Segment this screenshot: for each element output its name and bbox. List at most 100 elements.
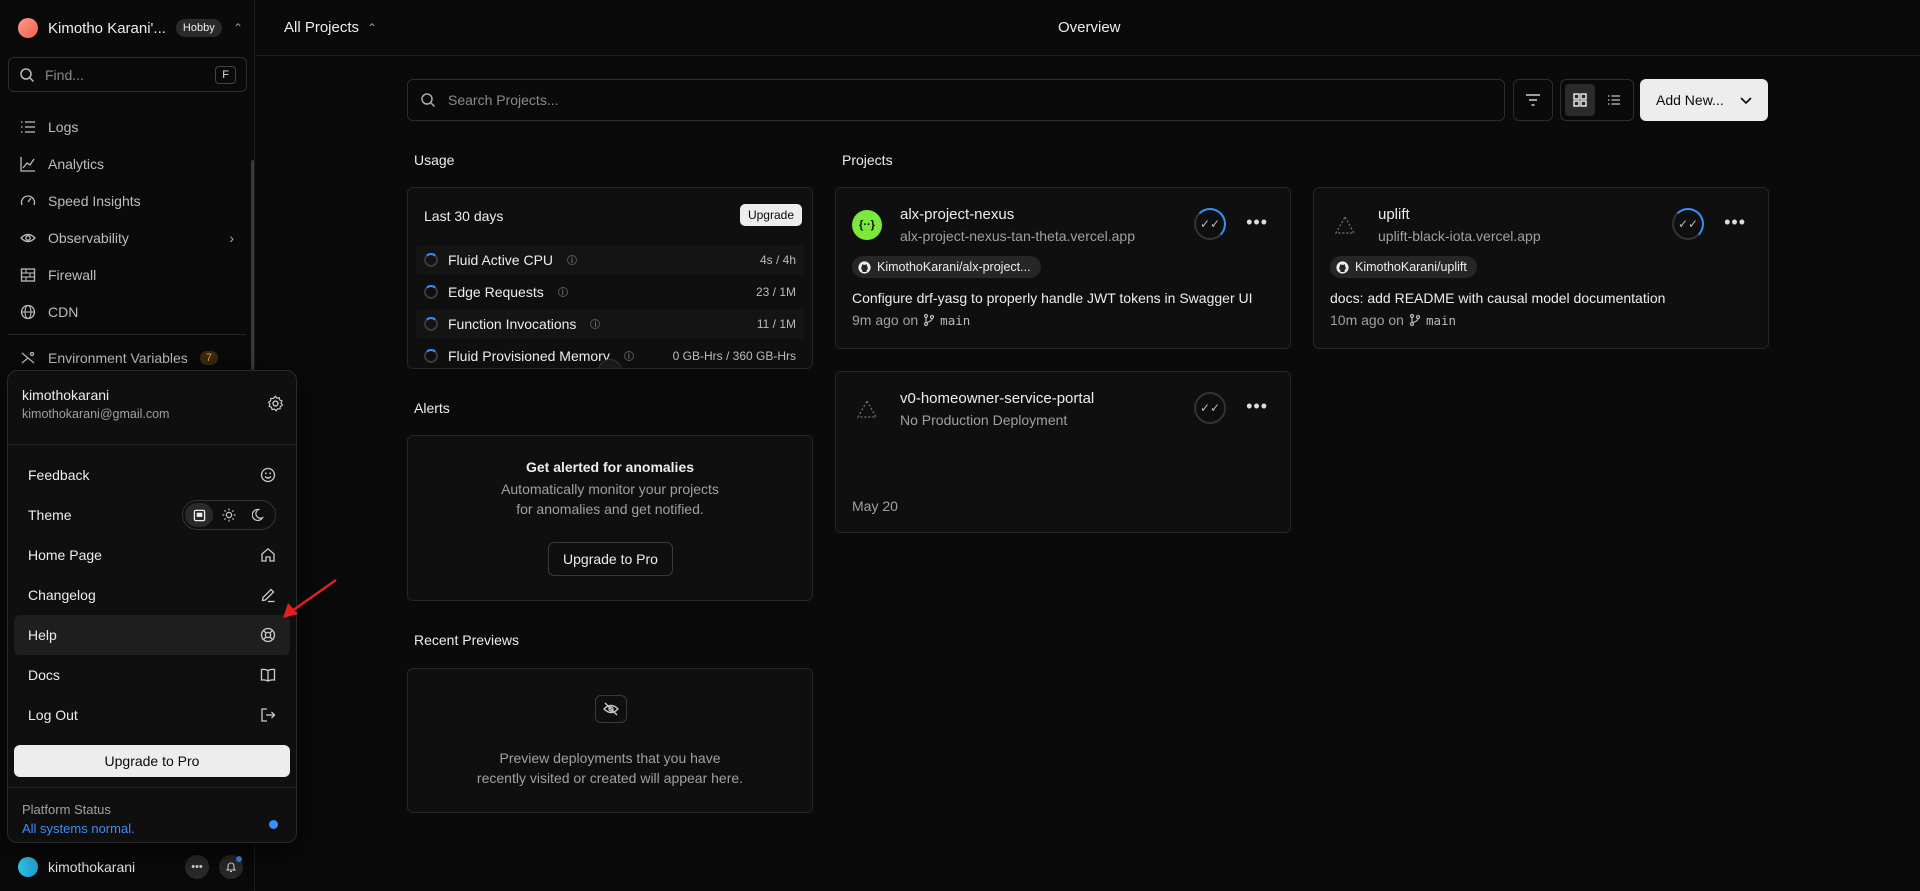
usage-label: Function Invocations — [448, 316, 577, 332]
search-projects-input[interactable]: Search Projects... — [407, 79, 1505, 121]
usage-label: Fluid Active CPU — [448, 252, 554, 268]
alerts-description-2: for anomalies and get notified. — [516, 501, 704, 517]
platform-status-value[interactable]: All systems normal. — [22, 821, 282, 836]
sun-icon[interactable] — [215, 503, 243, 527]
triangle-icon — [852, 394, 882, 424]
repo-name: KimothoKarani/uplift — [1355, 260, 1467, 274]
menu-item-changelog[interactable]: Changelog — [14, 575, 290, 615]
moon-icon[interactable] — [245, 503, 273, 527]
menu-item-feedback[interactable]: Feedback — [14, 455, 290, 495]
usage-row[interactable]: Edge Requests i 23 / 1M — [416, 277, 804, 307]
project-date: May 20 — [852, 498, 898, 514]
commit-meta: 10m ago on main — [1330, 312, 1456, 328]
menu-item-home-page[interactable]: Home Page — [14, 535, 290, 575]
search-icon — [20, 67, 35, 82]
menu-item-docs[interactable]: Docs — [14, 655, 290, 695]
filter-button[interactable] — [1513, 79, 1553, 121]
list-view-icon[interactable] — [1599, 84, 1629, 116]
divider — [8, 334, 246, 335]
pencil-icon — [260, 587, 276, 603]
deployment-status-icon[interactable]: ✓✓ — [1194, 208, 1226, 240]
menu-item-help[interactable]: Help — [14, 615, 290, 655]
previews-description-2: recently visited or created will appear … — [476, 770, 744, 786]
count-badge: 7 — [199, 350, 218, 365]
search-icon — [421, 93, 436, 108]
usage-row[interactable]: Function Invocations i 11 / 1M — [416, 309, 804, 339]
avatar[interactable] — [18, 857, 38, 877]
grid-view-icon[interactable] — [1565, 84, 1595, 116]
team-avatar — [18, 18, 38, 38]
chevron-down-icon — [606, 367, 614, 368]
account-menu-header: kimothokarani kimothokarani@gmail.com — [8, 371, 296, 445]
sidebar-item-label: Speed Insights — [48, 192, 141, 209]
commit-message: docs: add README with causal model docum… — [1330, 290, 1666, 306]
commit-time: 10m ago on — [1330, 312, 1404, 328]
project-name[interactable]: v0-homeowner-service-portal — [900, 390, 1094, 407]
deployment-status-icon[interactable]: ✓✓ — [1194, 392, 1226, 424]
team-name: Kimotho Karani'... — [48, 19, 166, 37]
alerts-description-1: Automatically monitor your projects — [501, 481, 719, 497]
find-input[interactable]: Find... F — [8, 57, 247, 92]
platform-status[interactable]: Platform Status All systems normal. — [8, 787, 296, 836]
sidebar-item-label: Logs — [48, 118, 79, 135]
menu-upgrade-button[interactable]: Upgrade to Pro — [14, 745, 290, 777]
branch-icon — [924, 313, 935, 327]
repo-name: KimothoKarani/alx-project... — [877, 260, 1031, 274]
footer-username: kimothokarani — [48, 859, 136, 875]
info-icon: i — [623, 351, 634, 361]
alerts-card: Get alerted for anomalies Automatically … — [407, 435, 813, 601]
team-switcher[interactable]: Kimotho Karani'... Hobby ⌃ — [18, 16, 243, 40]
project-url[interactable]: alx-project-nexus-tan-theta.vercel.app — [900, 228, 1135, 244]
sidebar-item-firewall[interactable]: Firewall — [0, 256, 254, 293]
sidebar-item-label: Observability — [48, 229, 129, 246]
sidebar-item-label: CDN — [48, 303, 79, 320]
chevron-updown-icon: ⌃ — [367, 20, 378, 35]
home-icon — [260, 547, 276, 563]
theme-switcher[interactable] — [182, 500, 276, 530]
menu-item-label: Log Out — [28, 707, 78, 723]
branch-name: main — [1425, 312, 1457, 328]
smiley-icon — [260, 467, 276, 483]
repo-badge[interactable]: KimothoKarani/alx-project... — [852, 256, 1041, 278]
speed-insights-icon — [20, 194, 36, 205]
sidebar-item-analytics[interactable]: Analytics — [0, 145, 254, 182]
sidebar-item-observability[interactable]: Observability › — [0, 219, 254, 256]
project-scope-switcher[interactable]: All Projects ⌃ — [284, 19, 377, 36]
menu-item-log-out[interactable]: Log Out — [14, 695, 290, 735]
usage-row[interactable]: Fluid Active CPU i 4s / 4h — [416, 245, 804, 275]
add-new-button[interactable]: Add New... — [1640, 79, 1768, 121]
usage-upgrade-button[interactable]: Upgrade — [739, 204, 802, 226]
project-url[interactable]: uplift-black-iota.vercel.app — [1378, 228, 1541, 244]
info-icon: i — [590, 319, 601, 329]
search-placeholder: Search Projects... — [448, 92, 559, 108]
more-options-icon[interactable]: ••• — [1246, 212, 1268, 233]
branch-name: main — [940, 312, 971, 328]
menu-item-label: Changelog — [28, 587, 96, 603]
book-icon — [260, 667, 276, 683]
more-options-icon[interactable]: ••• — [1724, 212, 1746, 233]
logs-icon — [21, 120, 35, 133]
project-name[interactable]: alx-project-nexus — [900, 206, 1014, 223]
view-toggle — [1560, 79, 1634, 121]
alerts-upgrade-button[interactable]: Upgrade to Pro — [548, 542, 673, 576]
deployment-status-icon[interactable]: ✓✓ — [1672, 208, 1704, 240]
more-options-icon[interactable]: ••• — [1246, 396, 1268, 417]
sidebar-item-speed-insights[interactable]: Speed Insights — [0, 182, 254, 219]
usage-ring-icon — [424, 253, 438, 267]
sidebar-item-logs[interactable]: Logs — [0, 108, 254, 145]
github-icon — [858, 260, 871, 274]
more-icon[interactable]: ••• — [185, 855, 209, 879]
notifications-button[interactable] — [219, 855, 243, 879]
gear-icon[interactable] — [267, 395, 284, 415]
top-bar: All Projects ⌃ Overview — [256, 0, 1920, 56]
sidebar-scrollbar[interactable] — [251, 160, 254, 370]
sidebar-nav: Logs Analytics Speed Insights Observabil… — [0, 108, 254, 376]
project-card[interactable]: v0-homeowner-service-portal No Productio… — [835, 371, 1291, 533]
project-name[interactable]: uplift — [1378, 206, 1410, 223]
sidebar-item-cdn[interactable]: CDN — [0, 293, 254, 330]
project-card[interactable]: {··} alx-project-nexus alx-project-nexus… — [835, 187, 1291, 349]
usage-card: Last 30 days Upgrade Fluid Active CPU i 4… — [407, 187, 813, 369]
system-theme-icon[interactable] — [185, 503, 213, 527]
repo-badge[interactable]: KimothoKarani/uplift — [1330, 256, 1477, 278]
project-card[interactable]: uplift uplift-black-iota.vercel.app ✓✓ •… — [1313, 187, 1769, 349]
